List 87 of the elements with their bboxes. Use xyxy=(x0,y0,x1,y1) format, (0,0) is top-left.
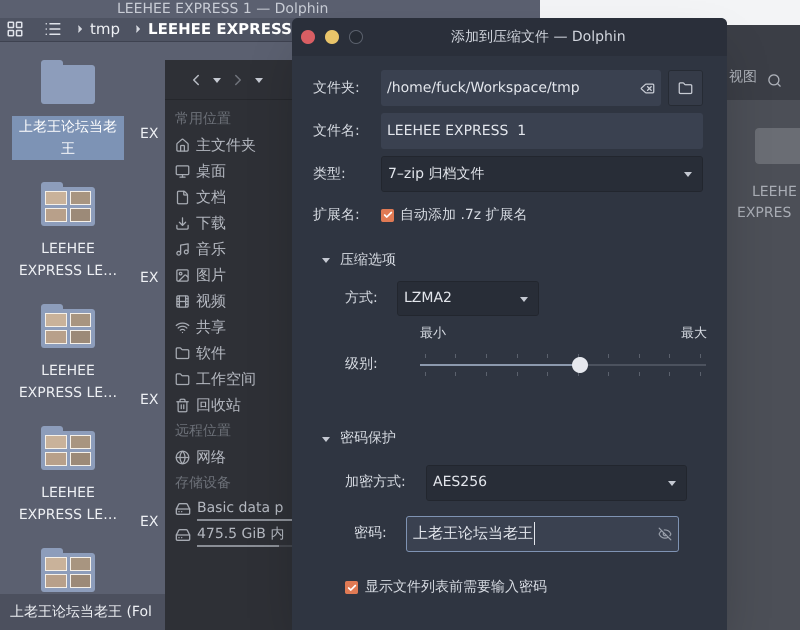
place-item[interactable]: 下载 xyxy=(196,212,226,234)
folder-name[interactable]: EX xyxy=(140,514,158,530)
max-label: 最大 xyxy=(681,325,707,343)
folder-field[interactable]: /home/fuck/Workspace/tmp xyxy=(381,70,661,106)
search-icon[interactable] xyxy=(767,73,782,88)
folder-name[interactable]: EX xyxy=(140,392,158,408)
place-icon xyxy=(175,138,190,152)
field-label: 加密方式: xyxy=(345,473,407,492)
section-heading[interactable]: 密码保护 xyxy=(340,428,396,449)
folder-icon xyxy=(755,128,800,164)
place-item[interactable]: 视频 xyxy=(196,290,226,312)
filename-field[interactable]: LEEHEE EXPRESS 1 xyxy=(381,113,703,149)
icons-view-icon[interactable] xyxy=(6,20,24,38)
folder-icon[interactable] xyxy=(41,426,95,470)
place-item[interactable]: 桌面 xyxy=(196,160,226,182)
place-icon xyxy=(175,190,190,204)
field-label: 密码: xyxy=(354,524,388,543)
minimize-button[interactable] xyxy=(325,30,339,44)
field-label: 方式: xyxy=(345,289,379,308)
folder-name[interactable]: LEEHEE EXPRESS LE… xyxy=(12,360,124,404)
field-label: 扩展名: xyxy=(313,206,361,224)
dropdown-caret-icon xyxy=(520,294,528,302)
section-heading: 常用位置 xyxy=(175,110,232,129)
place-icon xyxy=(175,216,190,230)
place-icon xyxy=(175,346,190,360)
place-icon xyxy=(175,268,190,282)
password-field[interactable]: 上老王论坛当老王 xyxy=(406,516,679,552)
section-heading: 远程位置 xyxy=(175,422,232,441)
checkbox[interactable] xyxy=(381,208,394,222)
place-item[interactable]: 图片 xyxy=(196,264,226,286)
place-item[interactable]: 文档 xyxy=(196,186,226,208)
folder-icon[interactable] xyxy=(41,182,95,226)
breadcrumb-item[interactable]: LEEHEE EXPRESS xyxy=(148,18,292,40)
place-icon xyxy=(175,164,190,178)
field-label: 文件名: xyxy=(313,122,361,140)
checkbox-label[interactable]: 显示文件列表前需要输入密码 xyxy=(365,577,547,598)
toolbar-label[interactable]: 视图 xyxy=(729,67,757,88)
breadcrumb-item[interactable]: tmp xyxy=(90,18,120,40)
place-icon xyxy=(175,242,190,256)
field-label: 级别: xyxy=(345,355,379,374)
section-heading: 存储设备 xyxy=(175,474,232,493)
place-icon xyxy=(175,372,190,386)
folder-name[interactable]: LEEHEE EXPRESS LE… xyxy=(12,238,124,282)
drive-icon xyxy=(175,527,191,543)
field-label: 文件夹: xyxy=(313,78,361,98)
hide-password-icon[interactable] xyxy=(658,526,672,540)
close-button[interactable] xyxy=(301,30,315,44)
method-select[interactable]: LZMA2 xyxy=(397,281,539,316)
window-title: 添加到压缩文件 — Dolphin xyxy=(451,28,626,46)
browse-button[interactable] xyxy=(668,70,703,106)
folder-name: LEEHE xyxy=(751,183,798,202)
status-text: 上老王论坛当老王 (Fol xyxy=(10,602,152,622)
section-heading[interactable]: 压缩选项 xyxy=(340,250,396,270)
clear-icon[interactable] xyxy=(640,80,655,96)
folder-icon[interactable] xyxy=(41,304,95,348)
device-item[interactable]: Basic data p xyxy=(197,498,292,518)
checkbox[interactable] xyxy=(345,581,358,594)
field-label: 类型: xyxy=(313,164,347,184)
dropdown-caret-icon xyxy=(668,478,676,486)
place-item[interactable]: 共享 xyxy=(196,316,226,338)
checkbox-label[interactable]: 自动添加 .7z 扩展名 xyxy=(400,204,528,226)
place-item[interactable]: 软件 xyxy=(196,342,226,364)
window-title: LEEHEE EXPRESS 1 — Dolphin xyxy=(117,0,328,18)
folder-name: EXPRES xyxy=(737,204,792,223)
type-select[interactable]: 7–zip 归档文件 xyxy=(381,156,703,192)
folder-name[interactable]: LEEHEE EXPRESS LE… xyxy=(12,482,124,526)
folder-icon xyxy=(678,80,693,96)
min-label: 最小 xyxy=(420,325,446,343)
folder-name[interactable]: EX xyxy=(140,126,158,142)
dropdown-caret-icon xyxy=(684,170,692,178)
place-icon xyxy=(175,320,190,334)
place-item[interactable]: 回收站 xyxy=(196,394,241,416)
dropdown-caret-icon xyxy=(255,76,263,84)
encryption-select[interactable]: AES256 xyxy=(426,464,687,500)
place-icon xyxy=(175,294,190,308)
folder-icon[interactable] xyxy=(41,548,95,592)
place-item[interactable]: 主文件夹 xyxy=(196,134,256,156)
folder-name[interactable]: EX xyxy=(140,270,158,286)
place-icon xyxy=(175,450,190,464)
place-item[interactable]: 网络 xyxy=(196,446,226,468)
slider-thumb[interactable] xyxy=(572,356,588,372)
place-item[interactable]: 音乐 xyxy=(196,238,226,260)
place-icon xyxy=(175,398,190,412)
device-item[interactable]: 475.5 GiB 内 xyxy=(197,524,292,544)
place-item[interactable]: 工作空间 xyxy=(196,368,256,390)
dropdown-caret-icon xyxy=(213,76,221,84)
drive-icon xyxy=(175,501,191,517)
